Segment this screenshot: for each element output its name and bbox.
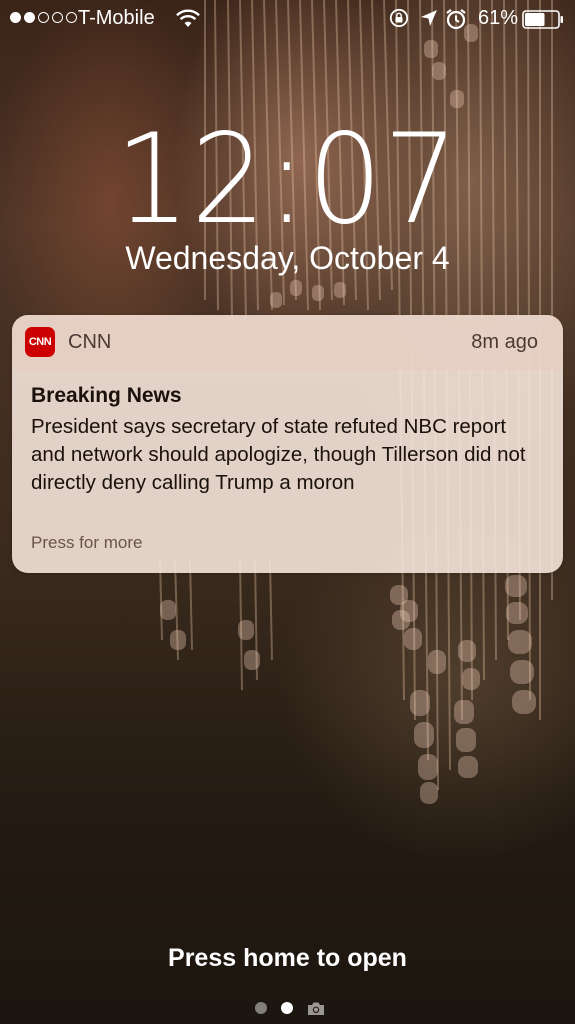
signal-dot xyxy=(52,12,63,23)
page-indicator[interactable] xyxy=(255,1000,325,1016)
carrier-name: T-Mobile xyxy=(78,7,155,29)
signal-dot xyxy=(66,12,77,23)
camera-icon[interactable] xyxy=(307,1001,325,1016)
signal-dot xyxy=(24,12,35,23)
location-arrow-icon xyxy=(421,10,437,26)
alarm-clock-icon xyxy=(446,8,466,30)
notification-app-name: CNN xyxy=(68,331,112,353)
cnn-app-icon: CNN xyxy=(25,327,55,357)
notification-more-hint: Press for more xyxy=(31,533,143,552)
wifi-icon xyxy=(176,9,200,27)
notification-body: President says secretary of state refute… xyxy=(31,415,526,494)
time-text: 12:07 xyxy=(115,108,460,252)
cellular-signal-icon xyxy=(10,12,77,23)
page-dot[interactable] xyxy=(255,1002,267,1014)
unlock-hint: Press home to open xyxy=(168,944,407,972)
signal-dot xyxy=(38,12,49,23)
rotation-lock-icon xyxy=(389,8,409,28)
notification-time: 8m ago xyxy=(471,331,538,353)
notification-title: Breaking News xyxy=(31,384,182,407)
battery-icon xyxy=(522,10,563,29)
notification-header: CNN CNN 8m ago xyxy=(12,315,563,370)
page-dot-active[interactable] xyxy=(281,1002,293,1014)
lock-screen-time: 12:07 xyxy=(0,108,575,252)
status-bar: T-Mobile 61% xyxy=(0,0,575,40)
signal-dot xyxy=(10,12,21,23)
battery-percent: 61% xyxy=(478,7,519,29)
lock-screen-date: Wednesday, October 4 xyxy=(125,240,450,276)
notification-card[interactable]: CNN CNN 8m ago Breaking News President s… xyxy=(12,315,563,573)
